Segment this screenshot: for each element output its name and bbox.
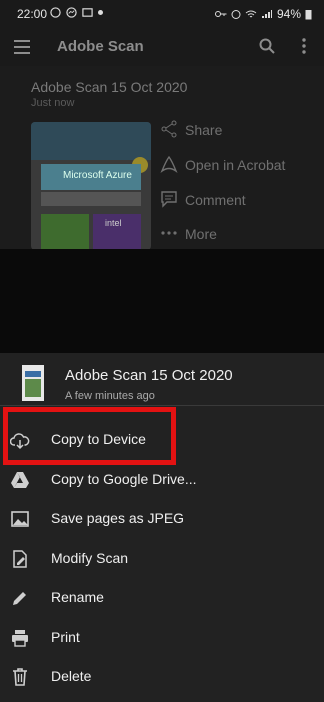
modify-scan-label: Modify Scan [51, 550, 129, 566]
scan-timestamp: Just now [31, 97, 75, 109]
more-icon [161, 231, 177, 235]
print-item[interactable]: Print [0, 617, 324, 657]
sheet-divider [0, 405, 324, 406]
menu-icon[interactable] [14, 40, 30, 54]
bottom-sheet: Adobe Scan 15 Oct 2020 A few minutes ago… [0, 353, 324, 702]
battery-percent: 94% [276, 7, 301, 21]
image-icon [11, 511, 29, 527]
status-time: 22:00 [17, 7, 48, 21]
rename-item[interactable]: Rename [0, 577, 324, 617]
thumbnail-header [31, 122, 151, 160]
delete-item[interactable]: Delete [0, 656, 324, 696]
open-in-acrobat-label: Open in Acrobat [185, 157, 286, 173]
highlight-box [3, 407, 176, 465]
thumbnail-text-block [41, 192, 141, 206]
system-icons: 94% [214, 7, 312, 21]
share-label: Share [185, 122, 223, 138]
status-bar: 22:00 94% [0, 0, 324, 28]
scan-thumbnail[interactable]: Microsoft Azure intel [31, 122, 151, 250]
signal-icon [261, 10, 272, 18]
rename-label: Rename [51, 589, 104, 605]
delete-label: Delete [51, 668, 92, 684]
print-label: Print [51, 629, 80, 645]
modify-scan-icon [13, 550, 27, 568]
copy-to-google-drive-item[interactable]: Copy to Google Drive... [0, 459, 324, 499]
google-drive-icon [11, 472, 29, 488]
printer-icon [12, 630, 28, 647]
dot-icon [98, 10, 103, 15]
scan-title: Adobe Scan 15 Oct 2020 [31, 79, 188, 95]
thumbnail-banner-text: Microsoft Azure [63, 170, 132, 181]
save-pages-as-jpeg-label: Save pages as JPEG [51, 510, 185, 526]
battery-icon [305, 9, 312, 19]
comment-icon [161, 191, 177, 208]
whatsapp-icon [50, 7, 61, 18]
app-title: Adobe Scan [57, 38, 144, 55]
sheet-file-name: Adobe Scan 15 Oct 2020 [65, 367, 233, 384]
file-thumbnail-icon [22, 365, 44, 401]
pencil-icon [13, 592, 26, 605]
app-bar: Adobe Scan [0, 28, 324, 66]
gallery-icon [82, 8, 93, 17]
modify-scan-item[interactable]: Modify Scan [0, 538, 324, 578]
thumbnail-image-left [41, 214, 89, 250]
scrim[interactable] [0, 249, 324, 353]
thumbnail-image-right: intel [93, 214, 141, 250]
overflow-menu-icon[interactable] [302, 38, 306, 54]
notification-icons [50, 7, 103, 18]
wifi-icon [245, 10, 257, 18]
trash-icon [13, 668, 27, 686]
more-label: More [185, 226, 217, 242]
save-pages-as-jpeg-item[interactable]: Save pages as JPEG [0, 498, 324, 538]
copy-to-google-drive-label: Copy to Google Drive... [51, 471, 197, 487]
share-icon [161, 120, 177, 138]
sheet-file-meta: A few minutes ago [65, 390, 155, 402]
thumbnail-banner: Microsoft Azure [41, 164, 141, 190]
messenger-icon [66, 7, 77, 18]
search-icon[interactable] [259, 38, 275, 54]
acrobat-icon [160, 155, 178, 173]
comment-label: Comment [185, 192, 246, 208]
alarm-icon [231, 10, 241, 19]
key-icon [214, 11, 227, 17]
